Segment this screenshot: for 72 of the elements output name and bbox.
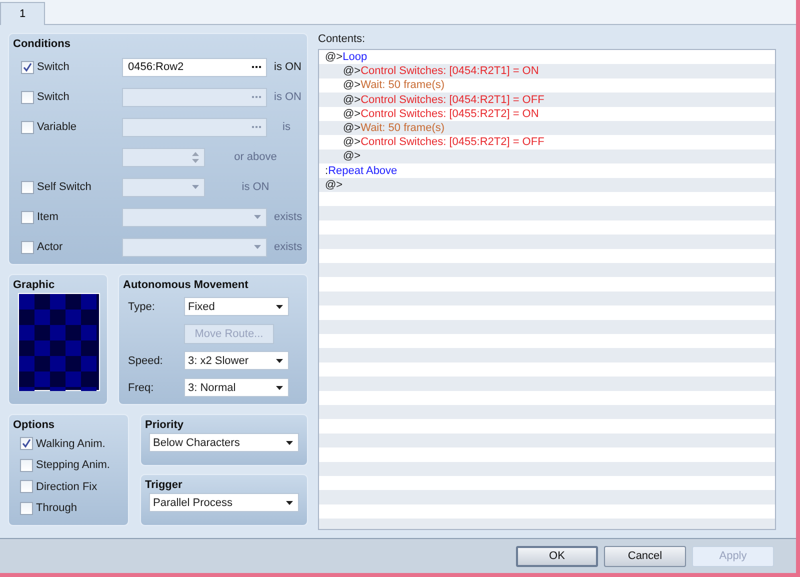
caret-icon <box>254 245 261 249</box>
command-line[interactable]: @> <box>321 149 773 164</box>
checkbox[interactable] <box>20 480 33 494</box>
panel-title: Options <box>13 419 56 431</box>
type-label: Type: <box>128 300 155 312</box>
checkbox-label: Variable <box>37 121 77 133</box>
panel-title: Conditions <box>13 38 72 50</box>
checkbox[interactable] <box>21 60 34 74</box>
checkbox[interactable] <box>21 210 34 224</box>
checkbox-label: Through <box>36 502 77 514</box>
type-dropdown[interactable]: Fixed <box>184 297 289 316</box>
speed-dropdown[interactable]: 3: x2 Slower <box>184 351 289 370</box>
caret-icon <box>276 386 283 390</box>
condition-suffix: is ON <box>242 181 270 193</box>
checkbox[interactable] <box>21 240 34 254</box>
caret-icon <box>276 358 283 362</box>
command-line[interactable]: @>Control Switches: [0455:R2T2] = OFF <box>321 135 773 150</box>
switch-picker-field[interactable] <box>122 118 267 136</box>
panel-title: Graphic <box>13 279 56 291</box>
condition-suffix: is <box>282 121 290 133</box>
dialog-button[interactable]: OK <box>516 546 598 566</box>
command-line[interactable]: :Repeat Above <box>321 164 773 178</box>
checkbox[interactable] <box>21 90 34 104</box>
command-line[interactable]: @>Control Switches: [0454:R2T1] = ON <box>321 64 773 78</box>
checkbox[interactable] <box>20 502 33 515</box>
contents-label: Contents: <box>318 33 366 46</box>
caret-icon <box>254 215 261 219</box>
condition-dropdown[interactable] <box>122 208 267 226</box>
checkerboard-graphic[interactable] <box>18 293 100 391</box>
command-line[interactable]: @>Loop <box>321 50 773 64</box>
switch-picker-field[interactable]: 0456:Row2 <box>122 58 267 76</box>
checkbox-label: Self Switch <box>37 181 92 193</box>
checkbox[interactable] <box>21 180 34 194</box>
condition-dropdown[interactable] <box>122 238 267 256</box>
checkbox-label: Item <box>37 211 58 223</box>
condition-suffix: or above <box>234 151 277 163</box>
dialog-button[interactable]: Cancel <box>604 546 686 566</box>
priority-dropdown[interactable]: Below Characters <box>149 433 299 452</box>
command-line[interactable]: @>Wait: 50 frame(s) <box>321 120 773 136</box>
command-line[interactable]: @> <box>321 178 773 192</box>
caret-icon <box>192 185 199 189</box>
command-line[interactable]: @>Wait: 50 frame(s) <box>321 78 773 93</box>
checkbox[interactable] <box>21 120 34 134</box>
condition-suffix: is ON <box>274 61 302 73</box>
checkbox[interactable] <box>20 437 33 450</box>
switch-picker-field[interactable] <box>122 88 267 106</box>
caret-icon <box>286 440 293 444</box>
panel-title: Trigger <box>145 479 184 491</box>
command-line[interactable]: @>Control Switches: [0455:R2T2] = ON <box>321 106 773 121</box>
checkbox-label: Walking Anim. <box>36 438 106 450</box>
number-spin-field[interactable] <box>122 148 205 166</box>
checkbox-label: Switch <box>37 91 70 103</box>
caret-icon <box>276 304 283 308</box>
page-tab[interactable]: 1 <box>0 2 45 25</box>
condition-suffix: exists <box>274 241 302 253</box>
trigger-dropdown[interactable]: Parallel Process <box>149 493 299 512</box>
condition-dropdown[interactable] <box>122 178 205 196</box>
spin-arrows-icon <box>192 152 199 162</box>
command-line[interactable]: @>Control Switches: [0454:R2T1] = OFF <box>321 92 773 107</box>
checkbox-label: Switch <box>37 61 70 73</box>
frequency-dropdown[interactable]: 3: Normal <box>184 378 289 397</box>
checkbox-label: Actor <box>37 241 63 253</box>
condition-suffix: exists <box>274 211 302 223</box>
panel-title: Priority <box>145 419 185 431</box>
checkbox-label: Stepping Anim. <box>36 459 110 472</box>
checkbox[interactable] <box>20 458 33 472</box>
checkbox-label: Direction Fix <box>36 480 98 493</box>
condition-suffix: is ON <box>274 91 302 103</box>
panel-title: Autonomous Movement <box>123 279 250 291</box>
speed-label: Speed: <box>128 354 163 366</box>
caret-icon <box>286 500 293 504</box>
freq-label: Freq: <box>128 382 154 394</box>
